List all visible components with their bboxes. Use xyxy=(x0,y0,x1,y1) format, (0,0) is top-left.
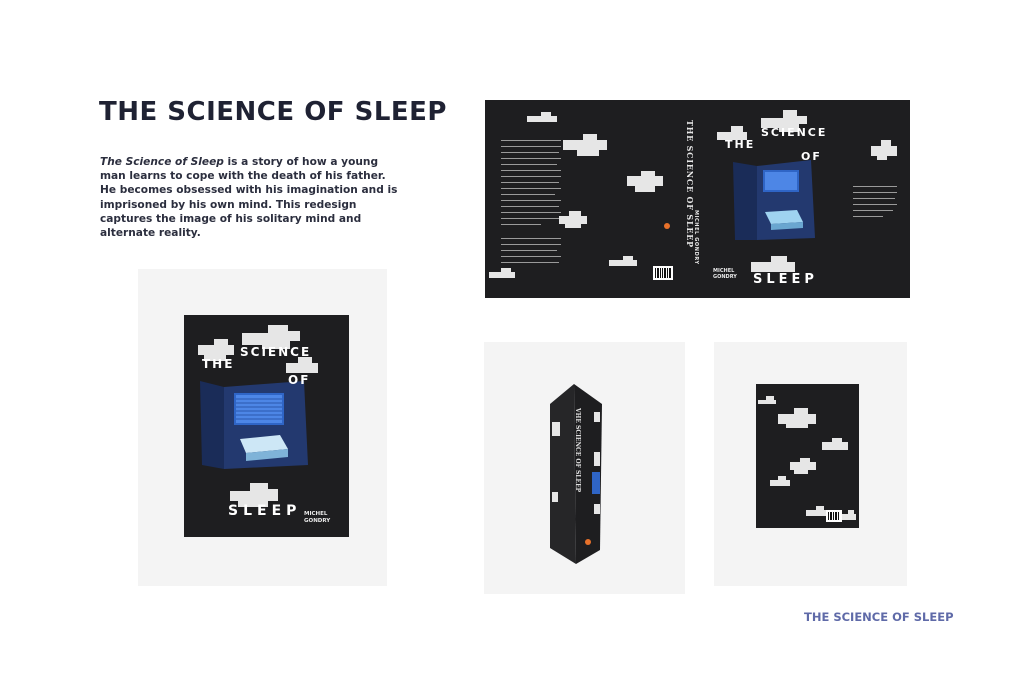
page-title: THE SCIENCE OF SLEEP xyxy=(99,97,447,127)
description-text: is a story of how a young man learns to … xyxy=(100,156,398,240)
spread-cover-word-science: SCIENCE xyxy=(761,126,828,139)
jacket-spread-image: THE SCIENCE OF SLEEP MICHEL GONDRY THE S… xyxy=(485,100,910,298)
cover-word-science: SCIENCE xyxy=(240,345,312,359)
project-description: The Science of Sleep is a story of how a… xyxy=(100,155,400,240)
spine-photo-artwork: VHE SCIENCE OF SLEEP xyxy=(550,384,602,564)
cloud-shape xyxy=(751,256,795,272)
spine-photo-title: VHE SCIENCE OF SLEEP xyxy=(574,407,581,493)
cover-author: MICHEL GONDRY xyxy=(304,511,331,524)
spread-cover-word-the: THE xyxy=(725,138,756,151)
flap-blurb xyxy=(853,186,897,217)
cloud-shape xyxy=(609,256,637,266)
cover-room-illustration xyxy=(200,381,308,469)
cloud-shape xyxy=(871,140,897,160)
cover-word-sleep: SLEEP xyxy=(228,503,302,519)
back-cover-artwork xyxy=(758,396,856,522)
cloud-shape xyxy=(559,211,587,228)
cover-word-of: OF xyxy=(288,373,311,387)
back-cover-book xyxy=(756,384,859,528)
front-cover-book: THE SCIENCE OF SLEEP MICHEL GONDRY xyxy=(184,315,349,537)
spread-author: MICHEL GONDRY xyxy=(713,268,737,280)
cloud-shape xyxy=(527,112,557,122)
spread-cover-word-of: OF xyxy=(801,150,822,163)
spine-photo: VHE SCIENCE OF SLEEP xyxy=(484,342,685,594)
back-blurb xyxy=(501,140,561,263)
cover-word-the: THE xyxy=(202,357,235,371)
cover-cloud-shape xyxy=(286,357,318,373)
room-illustration xyxy=(733,160,815,240)
spread-barcode xyxy=(653,266,673,280)
description-book-title: The Science of Sleep xyxy=(100,156,224,168)
cloud-shape xyxy=(563,134,607,156)
spread-cover-word-sleep: SLEEP xyxy=(753,272,818,287)
cloud-shape xyxy=(627,171,663,192)
back-cover-photo xyxy=(714,342,907,586)
spread-artwork xyxy=(489,110,897,280)
penguin-logo-icon xyxy=(664,223,670,229)
cloud-shape xyxy=(489,268,515,278)
footer-label: THE SCIENCE OF SLEEP xyxy=(804,610,954,624)
spine-author: MICHEL GONDRY xyxy=(693,210,699,265)
spine-penguin-logo-icon xyxy=(585,539,591,545)
front-cover-photo: THE SCIENCE OF SLEEP MICHEL GONDRY xyxy=(138,269,387,586)
